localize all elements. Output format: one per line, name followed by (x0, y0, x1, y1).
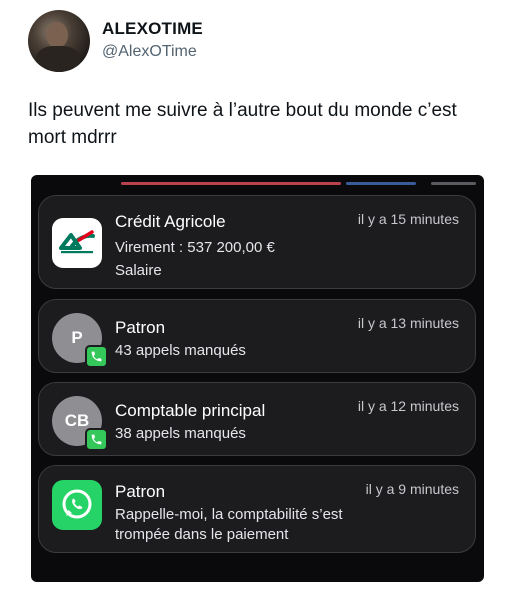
credit-agricole-logo-icon (52, 218, 102, 268)
notification-subtext: Salaire (115, 262, 162, 279)
phone-icon (85, 345, 108, 368)
notification-body: Rappelle-moi, la comptabilité s’est (115, 506, 343, 523)
attached-screenshot[interactable]: Crédit Agricole il y a 15 minutes Vireme… (31, 175, 484, 582)
author-avatar[interactable] (28, 10, 90, 72)
whatsapp-icon (52, 480, 102, 530)
author-name[interactable]: ALEXOTIME (102, 19, 203, 39)
notification-time: il y a 15 minutes (357, 211, 459, 227)
notification-time: il y a 13 minutes (357, 315, 459, 331)
notification-missed-calls-patron[interactable]: P Patron il y a 13 minutes 43 appels man… (38, 299, 476, 373)
notification-credit-agricole[interactable]: Crédit Agricole il y a 15 minutes Vireme… (38, 195, 476, 289)
author-handle[interactable]: @AlexOTime (102, 43, 197, 61)
notification-body: 38 appels manqués (115, 425, 246, 442)
notification-body-continued: trompée dans le paiement (115, 526, 289, 543)
notification-time: il y a 9 minutes (365, 481, 459, 497)
avatar-face (46, 22, 68, 48)
notification-missed-calls-comptable[interactable]: CB Comptable principal il y a 12 minutes… (38, 382, 476, 456)
tweet-text: Ils peuvent me suivre à l’autre bout du … (28, 100, 457, 148)
notification-body: 43 appels manqués (115, 342, 246, 359)
notification-whatsapp-patron[interactable]: Patron il y a 9 minutes Rappelle-moi, la… (38, 465, 476, 553)
notification-title: Crédit Agricole (115, 212, 226, 231)
notification-title: Comptable principal (115, 401, 266, 420)
notification-title: Patron (115, 482, 166, 501)
avatar-body (36, 46, 80, 72)
tweet-header: ALEXOTIME @AlexOTime (28, 10, 488, 74)
notification-title: Patron (115, 318, 166, 337)
notification-time: il y a 12 minutes (357, 398, 459, 414)
top-color-strip (31, 180, 484, 187)
notification-body: Virement : 537 200,00 € (115, 239, 275, 256)
phone-icon (85, 428, 108, 451)
